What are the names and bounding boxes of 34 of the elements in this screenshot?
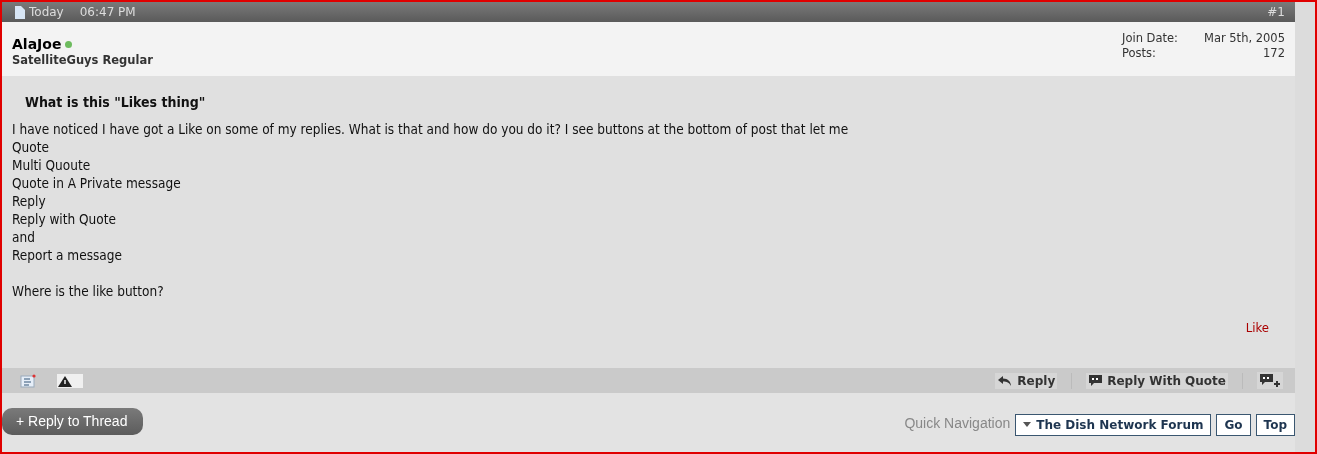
stat-label: Join Date:	[1122, 31, 1178, 46]
quick-navigation-label: Quick Navigation	[904, 414, 1011, 431]
stat-value: Mar 5th, 2005	[1203, 31, 1285, 46]
like-link[interactable]: Like	[1245, 320, 1269, 335]
stat-value: 172	[1262, 46, 1285, 61]
multi-quote-button[interactable]	[1257, 372, 1283, 389]
message-line: Quote	[12, 138, 50, 156]
caret-icon	[1023, 422, 1032, 427]
nav-button[interactable]: Go	[1216, 413, 1251, 436]
warning-icon[interactable]	[57, 373, 83, 388]
message-icon[interactable]	[20, 373, 36, 388]
reply-button[interactable]: Reply	[995, 372, 1058, 389]
post-title: What is this "Likes thing"	[25, 94, 207, 110]
message-line: Reply	[12, 192, 47, 210]
document-icon	[14, 5, 25, 19]
message-line: Reply with Quote	[12, 210, 117, 228]
post-date: Today	[29, 5, 64, 19]
reply-with-quote-button[interactable]: Reply With Quote	[1086, 372, 1228, 389]
username[interactable]: AlaJoe	[12, 36, 62, 52]
message-line: I have noticed I have got a Like on some of my replies. What is that and how do you do it? I see buttons at the bottom of post that let me	[12, 120, 850, 138]
user-rank: SatelliteGuys Regular	[12, 53, 153, 67]
message-line: Quote in A Private message	[12, 174, 182, 192]
speech-bubble-icon	[1088, 374, 1104, 387]
nav-button[interactable]: Top	[1255, 413, 1295, 436]
message-line: Where is the like button?	[12, 282, 165, 300]
post-time: 06:47 PM	[79, 5, 136, 19]
message-line: and	[12, 228, 36, 246]
reply-arrow-icon	[997, 374, 1014, 387]
reply-to-thread-button[interactable]: + Reply to Thread	[2, 407, 144, 435]
message-line: Report a message	[12, 246, 123, 264]
post-number[interactable]: #1	[1267, 5, 1285, 19]
stat-label: Posts:	[1122, 46, 1157, 61]
message-line: Multi Quoute	[12, 156, 92, 174]
forum-dropdown[interactable]: The Dish Network Forum	[1015, 413, 1212, 436]
